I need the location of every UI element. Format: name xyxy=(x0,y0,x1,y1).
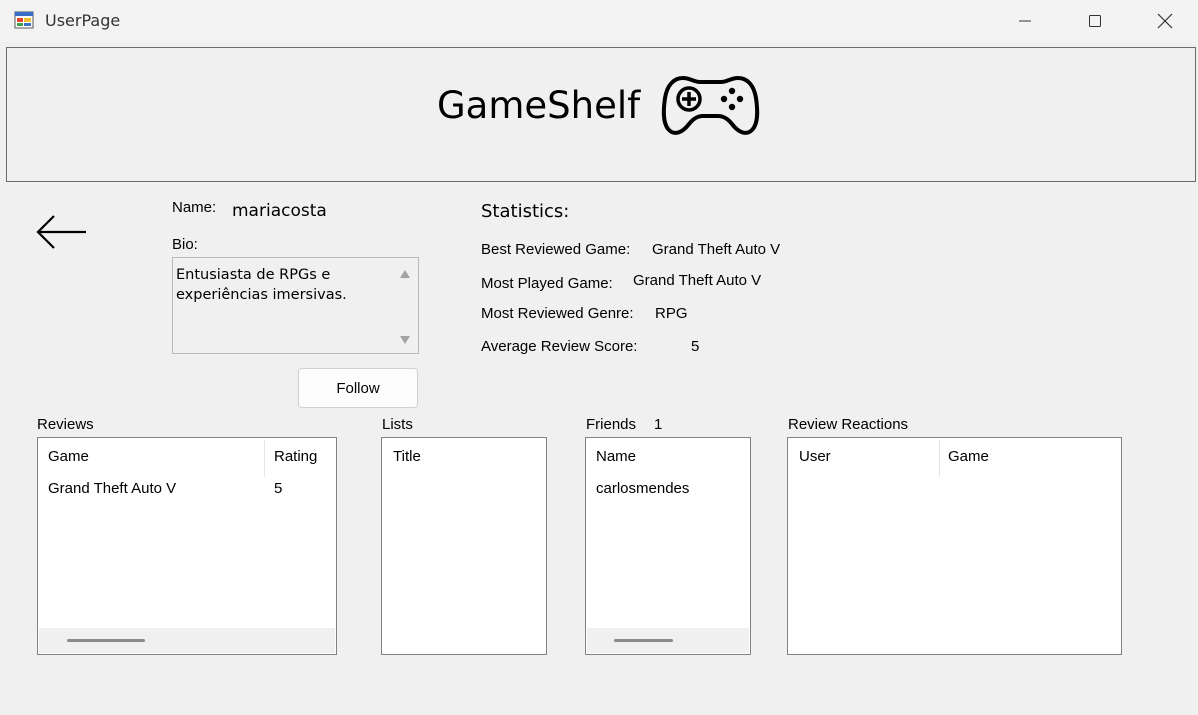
column-separator[interactable] xyxy=(939,440,940,477)
friends-count: 1 xyxy=(654,416,663,433)
column-header-rating[interactable]: Rating xyxy=(274,448,317,465)
stat-value-average-score: 5 xyxy=(691,338,700,355)
scroll-down-arrow-icon[interactable] xyxy=(392,328,418,352)
scrollbar-thumb[interactable] xyxy=(67,639,145,642)
column-header-user[interactable]: User xyxy=(799,448,831,465)
column-header-name[interactable]: Name xyxy=(596,448,636,465)
app-icon xyxy=(14,10,34,30)
stat-label-best-reviewed: Best Reviewed Game: xyxy=(481,241,631,258)
close-icon xyxy=(1157,13,1173,29)
stat-label-most-reviewed-genre: Most Reviewed Genre: xyxy=(481,305,634,322)
stat-value-best-reviewed: Grand Theft Auto V xyxy=(652,241,781,258)
name-label: Name: xyxy=(172,199,217,216)
friend-row-name[interactable]: carlosmendes xyxy=(596,480,689,497)
lists-label: Lists xyxy=(382,416,413,433)
reviews-listview[interactable]: Game Rating Grand Theft Auto V 5 xyxy=(37,437,337,655)
game-controller-icon xyxy=(661,72,760,138)
close-button[interactable] xyxy=(1130,0,1198,42)
stat-label-average-score: Average Review Score: xyxy=(481,338,638,355)
minimize-icon xyxy=(1019,20,1031,22)
friends-horizontal-scrollbar[interactable] xyxy=(587,628,749,653)
stat-value-most-reviewed-genre: RPG xyxy=(655,305,688,322)
maximize-icon xyxy=(1089,15,1101,27)
reviews-horizontal-scrollbar[interactable] xyxy=(39,628,335,653)
bio-text: Entusiasta de RPGs e experiências imersi… xyxy=(176,267,347,303)
bio-scrollbar[interactable] xyxy=(392,258,418,353)
lists-listview[interactable]: Title xyxy=(381,437,547,655)
column-header-game[interactable]: Game xyxy=(948,448,989,465)
scroll-up-arrow-icon[interactable] xyxy=(392,262,418,286)
column-separator[interactable] xyxy=(264,440,265,477)
follow-button[interactable]: Follow xyxy=(298,368,418,408)
maximize-button[interactable] xyxy=(1060,0,1130,42)
column-header-title[interactable]: Title xyxy=(393,448,421,465)
bio-textbox[interactable]: Entusiasta de RPGs e experiências imersi… xyxy=(172,257,419,354)
scrollbar-thumb[interactable] xyxy=(614,639,673,642)
column-header-game[interactable]: Game xyxy=(48,448,89,465)
review-reactions-label: Review Reactions xyxy=(788,416,909,433)
review-reactions-listview[interactable]: User Game xyxy=(787,437,1122,655)
statistics-title: Statistics: xyxy=(481,201,570,222)
name-value: mariacosta xyxy=(232,201,327,221)
minimize-button[interactable] xyxy=(990,0,1060,42)
brand-title: GameShelf xyxy=(437,84,641,127)
friends-listview[interactable]: Name carlosmendes xyxy=(585,437,751,655)
review-row-game[interactable]: Grand Theft Auto V xyxy=(48,480,176,497)
window-title: UserPage xyxy=(45,11,121,30)
stat-label-most-played: Most Played Game: xyxy=(481,275,613,292)
stat-value-most-played: Grand Theft Auto V xyxy=(633,272,762,289)
bio-label: Bio: xyxy=(172,236,198,253)
friends-label: Friends xyxy=(586,416,637,433)
review-row-rating[interactable]: 5 xyxy=(274,480,282,497)
back-arrow-icon[interactable] xyxy=(34,212,88,252)
reviews-label: Reviews xyxy=(37,416,94,433)
